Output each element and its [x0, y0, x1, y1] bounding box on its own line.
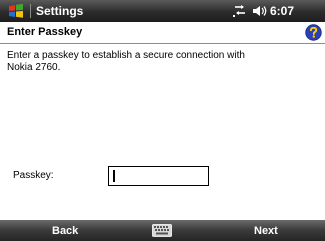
back-button[interactable]: Back: [52, 223, 78, 239]
passkey-input[interactable]: [108, 166, 209, 186]
next-button[interactable]: Next: [254, 223, 278, 239]
instruction-text: Enter a passkey to establish a secure co…: [7, 50, 245, 73]
screen: Settings 6:07 Enter Passkey Enter a pass…: [0, 0, 325, 241]
connectivity-icon[interactable]: [232, 4, 248, 18]
clock[interactable]: 6:07: [270, 3, 294, 19]
windows-start-icon[interactable]: [7, 2, 25, 20]
title-separator: [30, 4, 31, 18]
text-caret: [113, 170, 115, 182]
menu-bar: Back Next: [0, 220, 325, 241]
volume-icon[interactable]: [252, 4, 268, 18]
passkey-label: Passkey:: [13, 170, 54, 181]
title-bar: Settings 6:07: [0, 0, 325, 22]
help-icon[interactable]: [305, 24, 322, 41]
page-header: Enter Passkey: [0, 22, 325, 44]
window-title: Settings: [36, 4, 84, 18]
page-title: Enter Passkey: [7, 26, 83, 38]
keyboard-icon[interactable]: [152, 224, 172, 237]
